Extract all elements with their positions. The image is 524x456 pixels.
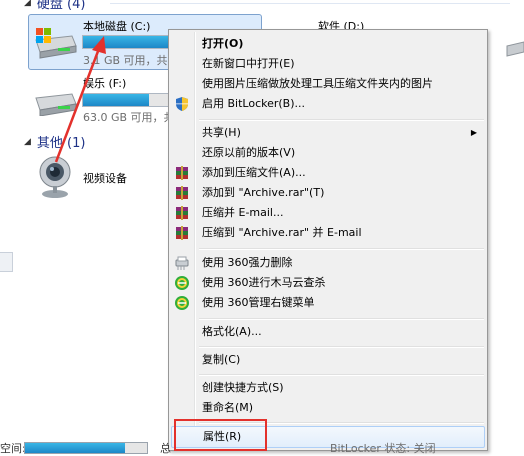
menu-item-360-force-delete[interactable]: 使用 360强力删除 xyxy=(169,253,487,273)
status-total-label: 总 xyxy=(160,442,171,455)
status-usage-bar xyxy=(24,442,148,454)
menu-item-360-trojan-scan[interactable]: 使用 360进行木马云查杀 xyxy=(169,273,487,293)
menu-item-open[interactable]: 打开(O) xyxy=(169,34,487,54)
menu-item-open-new-window[interactable]: 在新窗口中打开(E) xyxy=(169,54,487,74)
menu-item-compress-images[interactable]: 使用图片压缩做放处理工具压缩文件夹内的图片 xyxy=(169,74,487,94)
360-icon xyxy=(175,296,189,310)
winrar-icon xyxy=(176,166,188,180)
menu-item-compress-rar-email[interactable]: 压缩到 "Archive.rar" 并 E-mail xyxy=(169,223,487,243)
menu-item-restore-previous[interactable]: 还原以前的版本(V) xyxy=(169,143,487,163)
360-icon xyxy=(175,276,189,290)
context-menu: 打开(O) 在新窗口中打开(E) 使用图片压缩做放处理工具压缩文件夹内的图片 启… xyxy=(168,29,488,451)
status-bar: 空间: 总 BitLocker 状态: 关闭 xyxy=(0,440,524,456)
menu-item-add-to-archive[interactable]: 添加到压缩文件(A)... xyxy=(169,163,487,183)
status-bitlocker: BitLocker 状态: 关闭 xyxy=(330,442,436,455)
menu-item-bitlocker[interactable]: 启用 BitLocker(B)... xyxy=(169,94,487,114)
status-space-label: 空间: xyxy=(0,442,26,455)
winrar-icon xyxy=(176,206,188,220)
winrar-icon xyxy=(176,186,188,200)
shredder-icon xyxy=(175,256,189,270)
menu-item-create-shortcut[interactable]: 创建快捷方式(S) xyxy=(169,378,487,398)
shield-icon xyxy=(176,97,188,111)
submenu-arrow-icon: ▶ xyxy=(470,128,477,137)
menu-item-360-manage-menu[interactable]: 使用 360管理右键菜单 xyxy=(169,293,487,313)
winrar-icon xyxy=(176,226,188,240)
menu-item-share[interactable]: 共享(H) ▶ xyxy=(169,123,487,143)
menu-item-rename[interactable]: 重命名(M) xyxy=(169,398,487,418)
menu-item-copy[interactable]: 复制(C) xyxy=(169,350,487,370)
menu-item-compress-email[interactable]: 压缩并 E-mail... xyxy=(169,203,487,223)
menu-item-add-to-archive-rar[interactable]: 添加到 "Archive.rar"(T) xyxy=(169,183,487,203)
menu-item-format[interactable]: 格式化(A)... xyxy=(169,322,487,342)
